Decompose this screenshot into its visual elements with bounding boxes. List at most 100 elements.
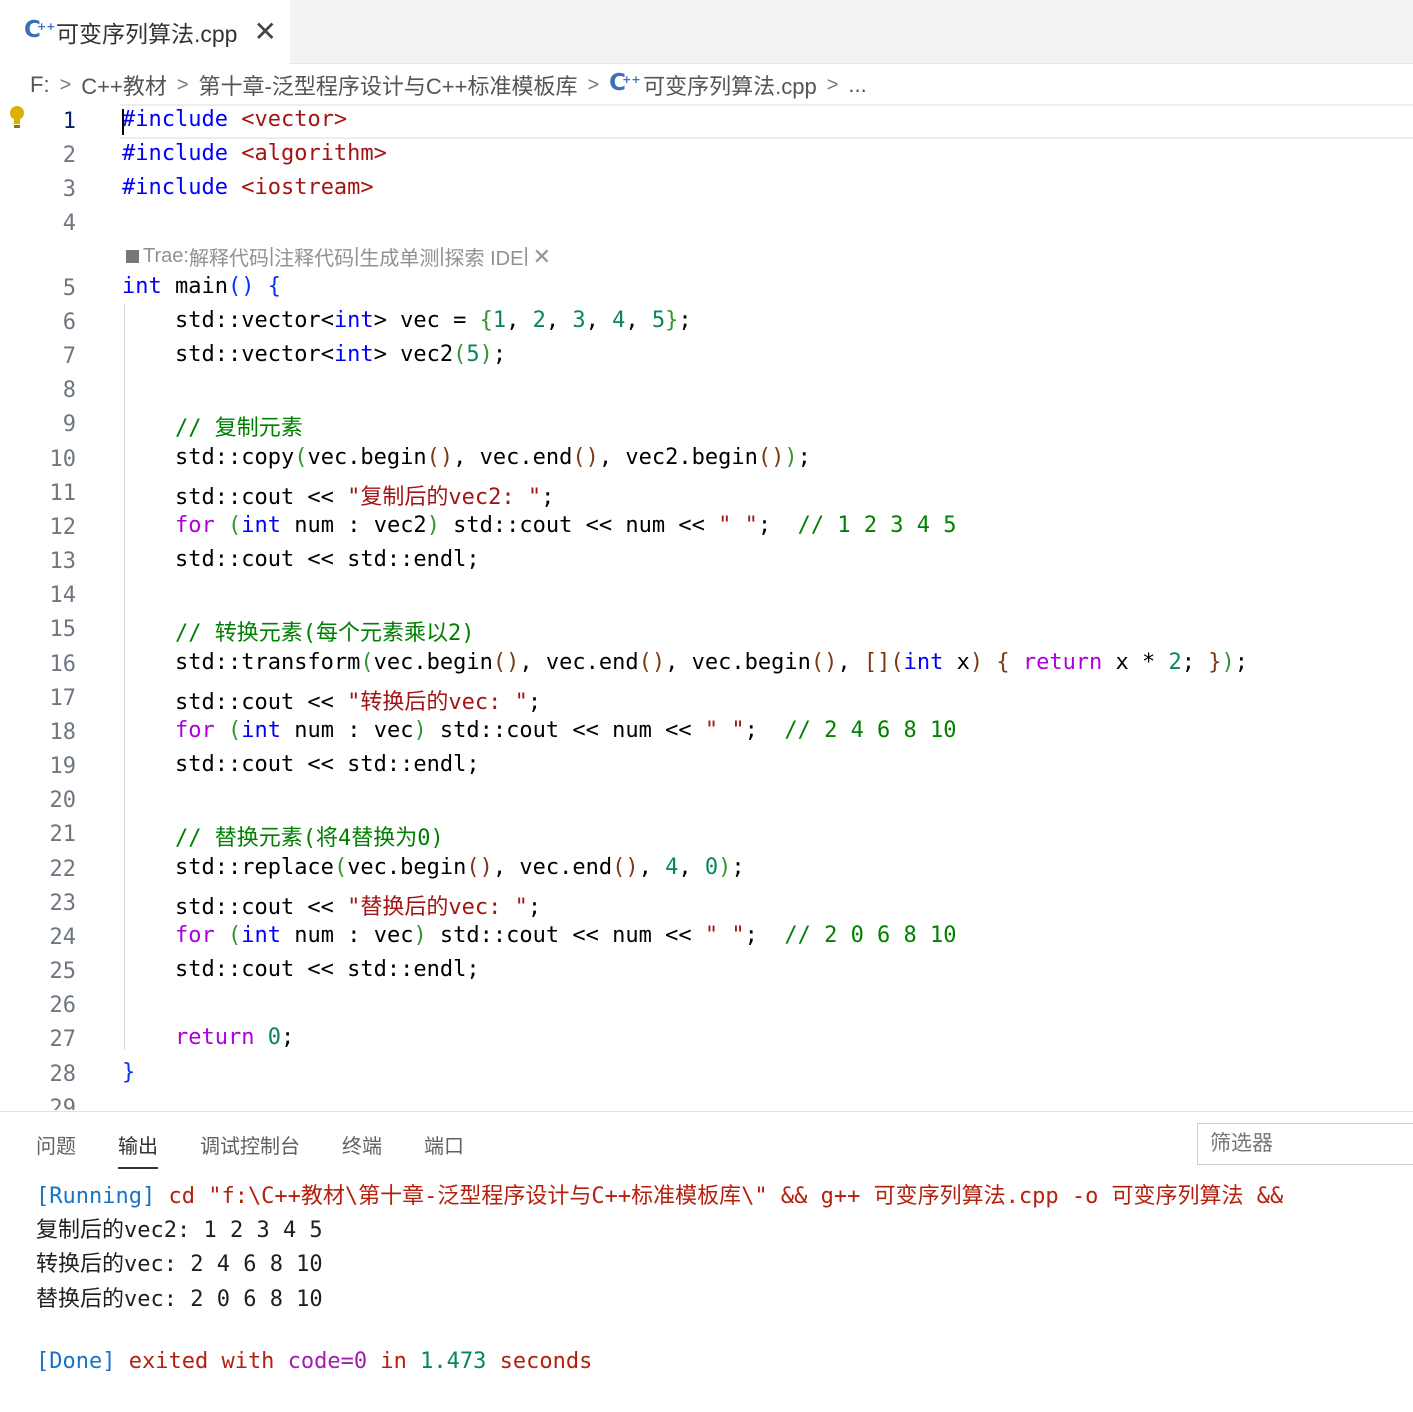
code-line-29[interactable]: 29 xyxy=(0,1091,1413,1110)
code-line-25[interactable]: 25 std::cout << std::endl; xyxy=(0,954,1413,988)
tab-output[interactable]: 输出 xyxy=(118,1130,158,1169)
code-text: std::cout << std::endl; xyxy=(174,547,480,572)
chevron-right-icon: > xyxy=(59,73,72,96)
code-line-9[interactable]: 9 // 复制元素 xyxy=(0,407,1413,441)
line-number: 7 xyxy=(62,344,76,369)
output-done-line: [Done] exited with code=0 in 1.473 secon… xyxy=(36,1349,593,1374)
code-text: std::copy(vec.begin(), vec.end(), vec2.b… xyxy=(174,445,811,470)
line-number: 12 xyxy=(49,515,77,540)
code-line-16[interactable]: 16 std::transform(vec.begin(), vec.end()… xyxy=(0,647,1413,681)
codelens-prefix: Trae: xyxy=(143,245,189,267)
code-line-11[interactable]: 11 std::cout << "复制后的vec2: "; xyxy=(0,476,1413,510)
output-line: 替换后的vec: 2 0 6 8 10 xyxy=(36,1287,323,1312)
code-text: std::cout << std::endl; xyxy=(174,957,480,982)
close-codelens-icon[interactable]: ✕ xyxy=(533,244,551,270)
code-line-26[interactable]: 26 xyxy=(0,988,1413,1022)
code-text: return 0; xyxy=(174,1025,295,1050)
tab-problems[interactable]: 问题 xyxy=(36,1130,76,1169)
line-number: 29 xyxy=(49,1096,77,1110)
filter-input[interactable] xyxy=(1197,1123,1413,1165)
code-line-12[interactable]: 12 for (int num : vec2) std::cout << num… xyxy=(0,510,1413,544)
chevron-right-icon: > xyxy=(176,73,189,96)
line-number: 5 xyxy=(62,276,76,301)
code-text: // 复制元素 xyxy=(174,416,303,441)
code-line-6[interactable]: 6 std::vector<int> vec = {1, 2, 3, 4, 5}… xyxy=(0,305,1413,339)
code-text: std::cout << std::endl; xyxy=(174,752,480,777)
code-text: for (int num : vec) std::cout << num << … xyxy=(174,923,957,948)
code-line-28[interactable]: 28 } xyxy=(0,1057,1413,1091)
line-number: 2 xyxy=(62,143,76,168)
cpp-file-icon: C ++ xyxy=(609,70,641,96)
code-line-17[interactable]: 17 std::cout << "转换后的vec: "; xyxy=(0,681,1413,715)
trae-icon xyxy=(126,250,139,263)
code-line-5[interactable]: 5 int main() { xyxy=(0,271,1413,305)
code-line-3[interactable]: 3 #include <iostream> xyxy=(0,172,1413,206)
code-line-19[interactable]: 19 std::cout << std::endl; xyxy=(0,749,1413,783)
code-line-8[interactable]: 8 xyxy=(0,373,1413,407)
line-number: 22 xyxy=(49,857,77,882)
line-number: 27 xyxy=(49,1027,77,1052)
line-number: 18 xyxy=(49,720,77,745)
codelens-comment-code[interactable]: 注释代码 xyxy=(274,242,354,271)
breadcrumb-symbols[interactable]: ... xyxy=(848,72,866,98)
code-line-20[interactable]: 20 xyxy=(0,783,1413,817)
line-number: 1 xyxy=(62,109,76,134)
code-line-24[interactable]: 24 for (int num : vec) std::cout << num … xyxy=(0,920,1413,954)
codelens-generate-tests[interactable]: 生成单测 xyxy=(359,242,439,271)
code-editor[interactable]: 1 #include <vector> 2 #include <algorith… xyxy=(0,104,1413,1110)
line-number: 20 xyxy=(49,788,77,813)
code-line-18[interactable]: 18 for (int num : vec) std::cout << num … xyxy=(0,715,1413,749)
code-line-27[interactable]: 27 return 0; xyxy=(0,1022,1413,1056)
code-text: std::cout << "转换后的vec: "; xyxy=(174,690,542,715)
line-number: 14 xyxy=(49,583,77,608)
line-number: 16 xyxy=(49,652,77,677)
breadcrumb-folder-textbook[interactable]: C++教材 xyxy=(81,69,167,101)
code-text: for (int num : vec2) std::cout << num <<… xyxy=(174,513,957,538)
code-line-4[interactable]: 4 xyxy=(0,206,1413,240)
breadcrumb-file[interactable]: C ++ 可变序列算法.cpp xyxy=(609,69,817,101)
text-cursor xyxy=(122,109,124,135)
breadcrumb-drive[interactable]: F: xyxy=(30,72,50,98)
code-text: std::cout << "替换后的vec: "; xyxy=(174,895,542,920)
trae-codelens: Trae: 解释代码 | 注释代码 | 生成单测 | 探索 IDE | ✕ xyxy=(126,242,551,271)
code-line-23[interactable]: 23 std::cout << "替换后的vec: "; xyxy=(0,886,1413,920)
tab-ports[interactable]: 端口 xyxy=(424,1130,464,1169)
code-text: std::vector<int> vec2(5); xyxy=(174,342,507,367)
line-number: 25 xyxy=(49,959,77,984)
code-line-22[interactable]: 22 std::replace(vec.begin(), vec.end(), … xyxy=(0,852,1413,886)
code-line-2[interactable]: 2 #include <algorithm> xyxy=(0,138,1413,172)
cpp-file-icon: C ++ xyxy=(24,17,56,43)
code-text: std::cout << "复制后的vec2: "; xyxy=(174,485,555,510)
code-line-21[interactable]: 21 // 替换元素(将4替换为0) xyxy=(0,817,1413,851)
line-number: 6 xyxy=(62,310,76,335)
breadcrumb-folder-chapter[interactable]: 第十章-泛型程序设计与C++标准模板库 xyxy=(199,69,578,101)
breadcrumb: F: > C++教材 > 第十章-泛型程序设计与C++标准模板库 > C ++ 可… xyxy=(30,68,867,102)
output-panel: 问题 输出 调试控制台 终端 端口 [Running] cd "f:\C++教材… xyxy=(0,1111,1413,1412)
code-line-14[interactable]: 14 xyxy=(0,578,1413,612)
code-text: std::transform(vec.begin(), vec.end(), v… xyxy=(174,650,1249,675)
code-text: int main() { xyxy=(122,274,281,299)
code-line-1[interactable]: 1 #include <vector> xyxy=(0,104,1413,139)
line-number: 11 xyxy=(49,481,77,506)
code-text: } xyxy=(122,1060,136,1085)
output-running-line: [Running] cd "f:\C++教材\第十章-泛型程序设计与C++标准模… xyxy=(36,1184,1284,1209)
codelens-explain-code[interactable]: 解释代码 xyxy=(189,242,269,271)
chevron-right-icon: > xyxy=(826,73,839,96)
code-line-7[interactable]: 7 std::vector<int> vec2(5); xyxy=(0,339,1413,373)
code-line-10[interactable]: 10 std::copy(vec.begin(), vec.end(), vec… xyxy=(0,442,1413,476)
close-tab-icon[interactable]: ✕ xyxy=(253,18,276,46)
code-text: std::vector<int> vec = {1, 2, 3, 4, 5}; xyxy=(174,308,692,333)
codelens-explore-ide[interactable]: 探索 IDE xyxy=(445,242,524,271)
code-line-13[interactable]: 13 std::cout << std::endl; xyxy=(0,544,1413,578)
line-number: 4 xyxy=(62,211,76,236)
tab-terminal[interactable]: 终端 xyxy=(342,1130,382,1169)
editor-tab[interactable]: C ++ 可变序列算法.cpp ✕ xyxy=(0,0,290,64)
line-number: 17 xyxy=(49,686,77,711)
tab-debug-console[interactable]: 调试控制台 xyxy=(200,1130,300,1169)
code-text: // 转换元素(每个元素乘以2) xyxy=(174,621,475,646)
code-text: #include <vector> xyxy=(122,107,348,132)
line-number: 15 xyxy=(49,617,77,642)
code-text: // 替换元素(将4替换为0) xyxy=(174,826,444,851)
code-line-15[interactable]: 15 // 转换元素(每个元素乘以2) xyxy=(0,612,1413,646)
line-number: 3 xyxy=(62,177,76,202)
